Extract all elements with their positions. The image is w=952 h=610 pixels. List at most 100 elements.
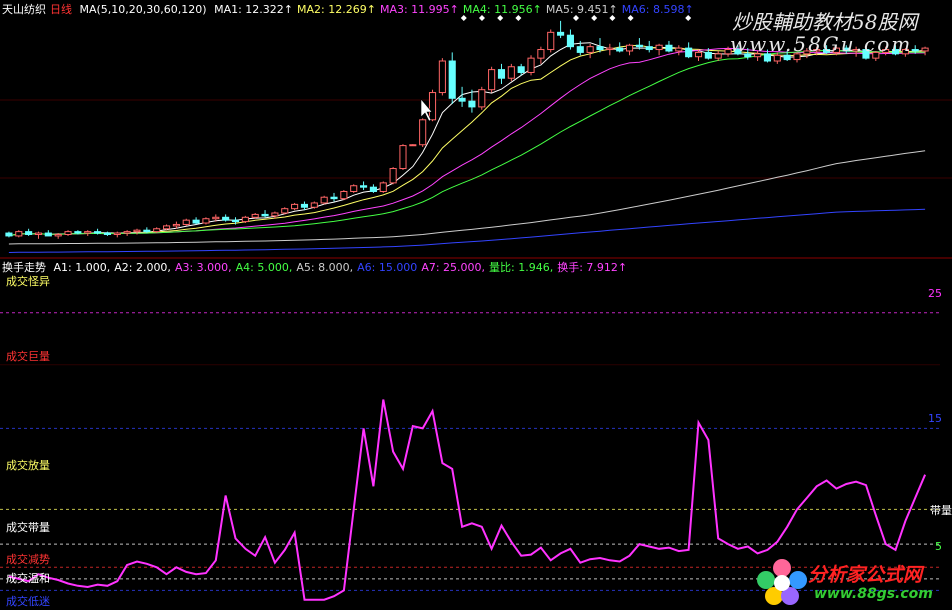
indicator-value-8: 换手: 7.912↑ [557, 261, 628, 274]
candle-body-18 [182, 219, 190, 225]
candle-body-48 [478, 89, 486, 108]
watermark-58gu-url: www.58Gu.com [730, 32, 913, 56]
candle-body-12 [123, 231, 131, 234]
zone-label-strange: 成交怪异 [6, 275, 50, 288]
ma-value-4: MA5: 9.451↑ [545, 3, 618, 16]
candle-body-33 [330, 196, 338, 200]
candle-body-78 [773, 54, 781, 62]
stock-chart-canvas [0, 15, 952, 601]
candle-body-72 [714, 53, 722, 59]
candle-body-21 [212, 216, 220, 220]
stock-name: 天山纺织 [2, 3, 46, 16]
candle-body-1 [15, 231, 23, 237]
candle-body-47 [468, 100, 476, 108]
ma-line-10 [8, 44, 926, 237]
candle-body-54 [537, 49, 545, 59]
ma-value-0: MA1: 12.322↑ [214, 3, 294, 16]
ma-values: MA1: 12.322↑ MA2: 12.269↑ MA3: 11.995↑ MA4:… [214, 3, 698, 16]
candle-body-37 [369, 186, 377, 192]
candle-body-19 [192, 219, 200, 224]
logo-88gs: 分析家公式网 www.88gs.com [752, 556, 948, 608]
candle-body-15 [153, 228, 161, 233]
candle-body-63 [625, 44, 634, 52]
candle-body-52 [517, 66, 525, 73]
candle-body-8 [84, 231, 92, 234]
ma-value-3: MA4: 11.956↑ [462, 3, 542, 16]
zone-label-mild: 成交温和 [6, 572, 50, 585]
candle-body-55 [547, 31, 555, 51]
candle-body-49 [488, 69, 496, 91]
candle-body-45 [448, 60, 456, 99]
candle-body-7 [74, 231, 82, 234]
indicator-value-3: A4: 5.000, [235, 261, 293, 274]
candle-body-69 [685, 47, 693, 58]
candle-body-53 [527, 57, 535, 73]
ma-params: MA(5,10,20,30,60,120) [79, 3, 207, 16]
indicator-value-4: A5: 8.000, [296, 261, 354, 274]
candle-body-11 [113, 232, 121, 235]
zone-label-shrink: 成交减势 [6, 553, 50, 566]
flower-logo-icon [757, 559, 807, 605]
candle-body-3 [34, 232, 43, 235]
candle-body-34 [340, 190, 348, 200]
zone-label-heavy: 成交放量 [6, 459, 50, 472]
candle-body-40 [399, 145, 407, 170]
ma-value-2: MA3: 11.995↑ [379, 3, 459, 16]
logo-url: www.88gs.com [814, 586, 933, 602]
candle-body-65 [645, 46, 653, 51]
candle-body-0 [5, 232, 13, 237]
candle-body-70 [694, 51, 703, 58]
candle-body-32 [320, 196, 328, 204]
candle-body-35 [350, 185, 358, 192]
indicator-value-2: A3: 3.000, [174, 261, 232, 274]
indicator-legend: 换手走势 A1: 1.000, A2: 2.000, A3: 3.000, A4: 5… [2, 260, 635, 276]
candle-body-67 [665, 44, 673, 52]
candle-body-56 [557, 31, 565, 36]
candle-body-29 [291, 203, 299, 210]
candle-body-71 [704, 51, 712, 59]
period-label: 日线 [50, 3, 72, 16]
candle-body-5 [54, 233, 62, 237]
candle-body-93 [921, 47, 929, 52]
candle-body-10 [103, 232, 111, 235]
candle-body-28 [281, 208, 289, 214]
candle-body-46 [458, 97, 466, 102]
ma-value-1: MA2: 12.269↑ [297, 3, 376, 16]
indicator-value-1: A2: 2.000, [114, 261, 171, 274]
candle-body-2 [25, 231, 33, 235]
candle-body-31 [310, 202, 318, 208]
turnover-panel-grid [0, 312, 940, 591]
candle-body-36 [360, 185, 368, 188]
price-legend: 天山纺织 日线 MA(5,10,20,30,60,120) MA1: 12.322… [2, 2, 702, 18]
indicator-values: A1: 1.000, A2: 2.000, A3: 3.000, A4: 5.000,… [54, 261, 632, 274]
ma-line-5 [8, 42, 926, 237]
candle-body-23 [231, 219, 240, 223]
candle-body-24 [241, 216, 249, 223]
indicator-value-6: A7: 25.000, [421, 261, 486, 274]
indicator-value-0: A1: 1.000, [53, 261, 111, 274]
zone-label-huge: 成交巨量 [6, 350, 50, 363]
price-panel-grid [0, 99, 952, 259]
candle-body-92 [911, 49, 919, 52]
candle-body-22 [222, 216, 230, 221]
candle-body-20 [202, 218, 210, 224]
candle-body-30 [300, 203, 309, 208]
candle-body-26 [261, 213, 269, 217]
ma-line-20 [8, 47, 926, 237]
candle-body-27 [271, 212, 279, 217]
candle-body-62 [616, 47, 624, 52]
candle-body-14 [143, 229, 151, 233]
zone-label-normal: 成交带量 [6, 521, 50, 534]
candle-body-41 [409, 144, 417, 147]
candle-body-50 [497, 69, 506, 79]
candle-body-39 [389, 168, 397, 184]
candle-body-51 [507, 66, 515, 79]
indicator-value-5: A6: 15.000 [357, 261, 418, 274]
ma-value-5: MA6: 8.598↑ [621, 3, 694, 16]
axis-label-25: 25 [928, 287, 942, 300]
candle-body-9 [94, 231, 102, 234]
candle-body-44 [438, 60, 446, 94]
candle-body-64 [635, 44, 643, 48]
candle-body-13 [133, 229, 141, 233]
candle-body-43 [428, 92, 437, 121]
